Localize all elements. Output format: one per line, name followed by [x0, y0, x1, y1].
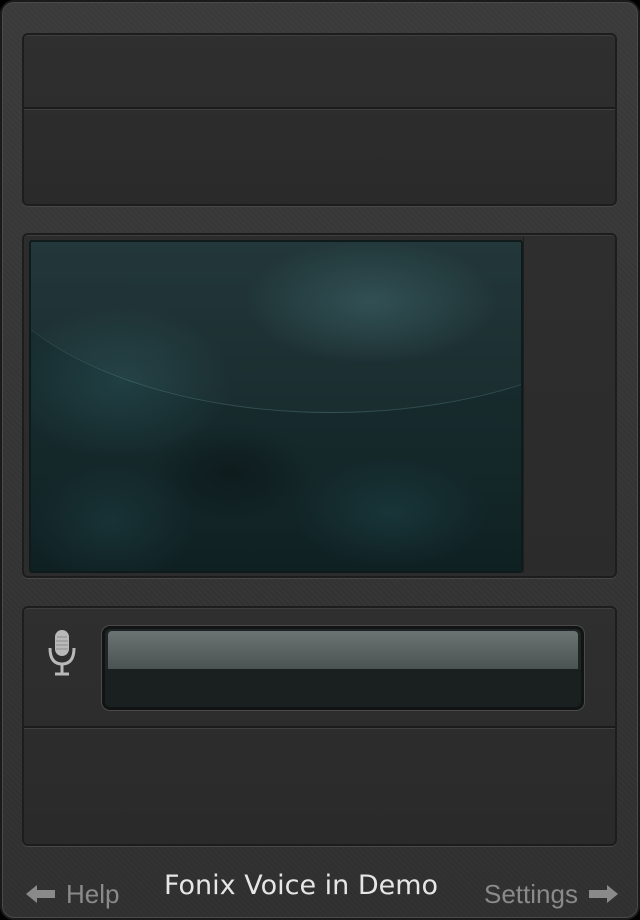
- help-button[interactable]: Help: [26, 872, 119, 916]
- text-field-body: [105, 669, 581, 707]
- arrow-right-icon: [588, 885, 618, 903]
- display-screen: [29, 240, 523, 573]
- top-panel-divider: [24, 107, 615, 109]
- app-window: Help Fonix Voice in Demo Settings: [0, 0, 640, 920]
- display-panel: [22, 233, 617, 578]
- input-panel-divider: [24, 726, 615, 728]
- settings-label: Settings: [484, 878, 578, 909]
- help-label: Help: [66, 878, 120, 909]
- app-title: Fonix Voice in Demo: [163, 870, 439, 901]
- microphone-icon[interactable]: [46, 628, 78, 678]
- arrow-left-icon: [26, 885, 55, 903]
- top-panel: [22, 33, 617, 206]
- display-side-slot: [523, 237, 614, 573]
- settings-button[interactable]: Settings: [484, 872, 618, 916]
- text-field-highlight: [108, 631, 578, 669]
- screen-glare: [31, 242, 521, 413]
- input-panel: [22, 606, 617, 846]
- voice-text-field[interactable]: [102, 626, 584, 710]
